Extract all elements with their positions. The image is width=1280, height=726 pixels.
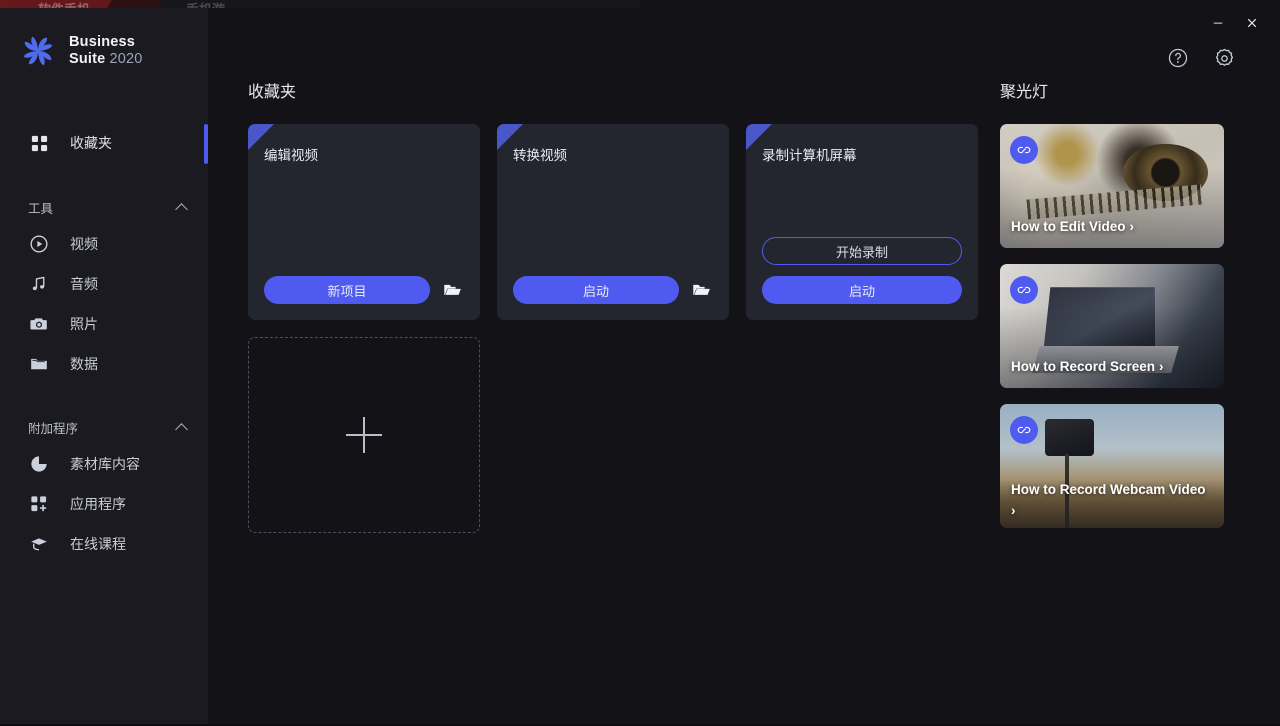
sidebar-item-applications[interactable]: 应用程序 — [0, 484, 208, 524]
sidebar-item-favorites[interactable]: 收藏夹 — [0, 122, 208, 164]
app-logo: Business Suite2020 — [0, 28, 208, 74]
sidebar-item-online-courses-label: 在线课程 — [70, 534, 126, 554]
music-note-icon — [28, 273, 50, 295]
sidebar-section-addons-header[interactable]: 附加程序 — [0, 410, 208, 444]
favorites-panel: 收藏夹 编辑视频 新项目 — [248, 78, 984, 544]
grid-icon — [28, 132, 50, 154]
sidebar-section-addons-title: 附加程序 — [28, 418, 78, 437]
logo-line-business: Business — [69, 34, 143, 51]
sidebar-item-audio[interactable]: 音频 — [0, 264, 208, 304]
card-edit-video-title: 编辑视频 — [264, 144, 464, 164]
open-folder-icon[interactable] — [689, 278, 713, 302]
window-controls — [1202, 10, 1268, 36]
open-folder-icon[interactable] — [440, 278, 464, 302]
card-convert-video-actions: 启动 — [513, 276, 713, 304]
apps-plus-icon — [28, 493, 50, 515]
graduation-cap-icon — [28, 533, 50, 555]
camera-icon — [28, 313, 50, 335]
spotlight-title-text: How to Record Screen — [1011, 359, 1155, 374]
launch-convert-button[interactable]: 启动 — [513, 276, 679, 304]
card-convert-video[interactable]: 转换视频 启动 — [497, 124, 729, 320]
card-spacer — [513, 164, 713, 276]
application-window: Business Suite2020 收藏夹 — [0, 8, 1280, 724]
launch-recorder-button[interactable]: 启动 — [762, 276, 962, 304]
chevron-right-icon: › — [1159, 359, 1164, 374]
sidebar-item-photo-label: 照片 — [70, 314, 98, 334]
chevron-up-icon — [176, 421, 188, 433]
favorites-title: 收藏夹 — [248, 78, 984, 102]
favorites-card-grid: 编辑视频 新项目 — [248, 124, 984, 320]
sidebar-item-video[interactable]: 视频 — [0, 224, 208, 264]
header-tools — [1166, 46, 1236, 70]
spotlight-card-record-webcam[interactable]: How to Record Webcam Video › — [1000, 404, 1224, 528]
plus-icon — [346, 417, 382, 453]
question-circle-icon[interactable] — [1166, 46, 1190, 70]
add-card-button[interactable] — [248, 337, 480, 533]
chevron-up-icon — [176, 201, 188, 213]
sidebar-item-online-courses[interactable]: 在线课程 — [0, 524, 208, 564]
sidebar-section-tools-title: 工具 — [28, 198, 53, 217]
spotlight-card-edit-video-title: How to Edit Video › — [1011, 217, 1216, 238]
sidebar-section-tools-header[interactable]: 工具 — [0, 190, 208, 224]
movavi-pinwheel-logo — [20, 33, 56, 69]
play-circle-icon — [28, 233, 50, 255]
spotlight-card-edit-video[interactable]: How to Edit Video › — [1000, 124, 1224, 248]
chevron-right-icon: › — [1011, 503, 1016, 518]
sidebar-item-audio-label: 音频 — [70, 274, 98, 294]
card-record-screen[interactable]: 录制计算机屏幕 开始录制 启动 — [746, 124, 978, 320]
spotlight-card-record-screen[interactable]: How to Record Screen › — [1000, 264, 1224, 388]
card-edit-video[interactable]: 编辑视频 新项目 — [248, 124, 480, 320]
folder-icon — [28, 353, 50, 375]
chevron-right-icon: › — [1130, 219, 1135, 234]
spotlight-title-text: How to Edit Video — [1011, 219, 1126, 234]
sidebar-item-stock-content-label: 素材库内容 — [70, 454, 140, 474]
card-convert-video-title: 转换视频 — [513, 144, 713, 164]
card-record-screen-title: 录制计算机屏幕 — [762, 144, 962, 164]
sidebar: Business Suite2020 收藏夹 — [0, 8, 208, 724]
spotlight-title: 聚光灯 — [1000, 78, 1264, 102]
card-record-screen-actions: 启动 — [762, 276, 962, 304]
card-edit-video-actions: 新项目 — [264, 276, 464, 304]
close-button[interactable] — [1236, 10, 1268, 36]
sidebar-item-data[interactable]: 数据 — [0, 344, 208, 384]
card-spacer — [762, 164, 962, 237]
link-icon — [1010, 276, 1038, 304]
main-content: 收藏夹 编辑视频 新项目 — [208, 8, 1280, 724]
spotlight-card-record-webcam-title: How to Record Webcam Video › — [1011, 480, 1216, 522]
minimize-button[interactable] — [1202, 10, 1234, 36]
gear-icon[interactable] — [1212, 46, 1236, 70]
logo-line-suite: Suite — [69, 51, 105, 67]
new-project-button[interactable]: 新项目 — [264, 276, 430, 304]
sidebar-item-applications-label: 应用程序 — [70, 494, 126, 514]
sidebar-item-video-label: 视频 — [70, 234, 98, 254]
card-spacer — [264, 164, 464, 276]
sidebar-item-photo[interactable]: 照片 — [0, 304, 208, 344]
sidebar-item-stock-content[interactable]: 素材库内容 — [0, 444, 208, 484]
spotlight-card-record-screen-title: How to Record Screen › — [1011, 357, 1216, 378]
spotlight-title-text: How to Record Webcam Video — [1011, 482, 1206, 497]
sidebar-item-data-label: 数据 — [70, 354, 98, 374]
link-icon — [1010, 136, 1038, 164]
pie-slice-icon — [28, 453, 50, 475]
spotlight-panel: 聚光灯 How to Edit Video › — [1000, 78, 1264, 544]
start-recording-button[interactable]: 开始录制 — [762, 237, 962, 265]
sidebar-item-favorites-label: 收藏夹 — [70, 133, 112, 153]
logo-year: 2020 — [109, 51, 142, 67]
link-icon — [1010, 416, 1038, 444]
